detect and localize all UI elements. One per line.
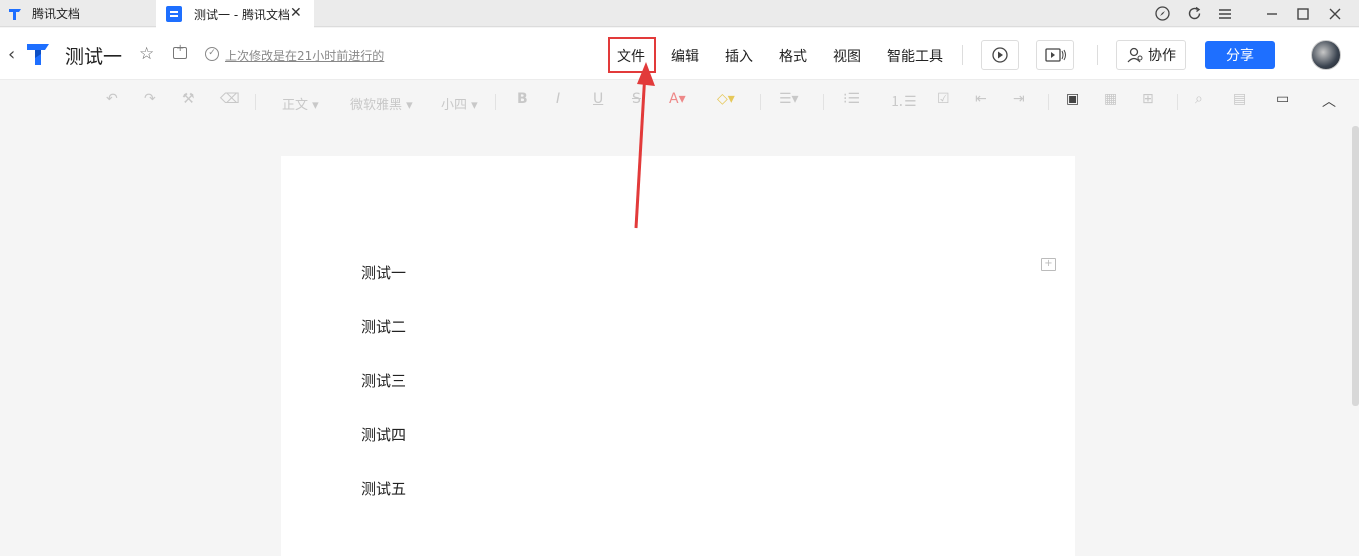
document-title[interactable]: 测试一	[65, 42, 122, 69]
indent-icon[interactable]: ⇥	[1013, 91, 1025, 107]
bullet-list-icon[interactable]: ⁝☰	[843, 91, 860, 107]
paragraph[interactable]: 测试一	[361, 262, 406, 283]
check-circle-icon: ✓	[205, 47, 219, 61]
tab-bar: 腾讯文档 测试一 - 腾讯文档 ✕	[0, 0, 1359, 28]
play-icon	[992, 47, 1008, 63]
undo-icon[interactable]: ↶	[106, 91, 118, 107]
page-settings-icon[interactable]: ▤	[1233, 91, 1246, 107]
close-window-icon[interactable]	[1320, 0, 1350, 27]
add-comment-icon[interactable]: +	[1041, 258, 1056, 271]
divider	[1097, 45, 1098, 65]
font-size-select[interactable]: 小四 ▾	[441, 94, 478, 113]
share-button[interactable]: 分享	[1205, 41, 1275, 69]
divider	[823, 94, 824, 110]
divider	[495, 94, 496, 110]
close-icon[interactable]: ✕	[290, 6, 304, 20]
tab-home[interactable]: 腾讯文档	[0, 0, 154, 27]
checklist-icon[interactable]: ☑	[937, 91, 950, 107]
menu-view[interactable]: 视图	[833, 46, 861, 66]
tencent-docs-logo-icon[interactable]	[24, 40, 52, 68]
insert-comment-icon[interactable]: ⊞	[1142, 91, 1154, 107]
screen-cast-button[interactable]	[1036, 40, 1074, 70]
paragraph[interactable]: 测试五	[361, 478, 406, 499]
tab-label: 腾讯文档	[32, 7, 81, 21]
scrollbar[interactable]	[1352, 126, 1359, 406]
menu-icon[interactable]	[1210, 0, 1240, 27]
collaborate-button[interactable]: 协作	[1116, 40, 1186, 70]
back-icon[interactable]: ‹	[8, 44, 15, 65]
menu-insert[interactable]: 插入	[725, 46, 753, 66]
font-family-select[interactable]: 微软雅黑 ▾	[350, 94, 413, 113]
divider	[1048, 94, 1049, 110]
italic-icon[interactable]: I	[556, 91, 560, 107]
paragraph[interactable]: 测试三	[361, 370, 406, 391]
presentation-button[interactable]	[981, 40, 1019, 70]
collapse-toolbar-icon[interactable]: ︿	[1322, 91, 1336, 111]
compass-icon[interactable]	[1147, 0, 1177, 27]
divider	[760, 94, 761, 110]
redo-icon[interactable]: ↷	[144, 91, 156, 107]
paragraph[interactable]: 测试四	[361, 424, 406, 445]
highlight-color-icon[interactable]: ◇▾	[717, 91, 735, 107]
document-page[interactable]: 测试一 测试二 测试三 测试四 测试五 +	[281, 156, 1075, 556]
maximize-icon[interactable]	[1288, 0, 1318, 27]
divider	[962, 45, 963, 65]
document-icon	[166, 6, 182, 22]
collaborate-label: 协作	[1148, 48, 1176, 64]
add-to-folder-icon[interactable]	[173, 43, 187, 59]
table-icon[interactable]: ▦	[1104, 91, 1117, 107]
menu-edit[interactable]: 编辑	[671, 46, 699, 66]
document-header: ‹ 测试一 ☆ ✓ 上次修改是在21小时前进行的 文件 编辑 插入 格式 视图 …	[0, 28, 1359, 80]
avatar[interactable]	[1311, 40, 1341, 70]
underline-icon[interactable]: U	[593, 91, 603, 107]
cast-icon	[1045, 48, 1066, 62]
numbered-list-icon[interactable]: ⒈☰	[890, 91, 917, 111]
share-label: 分享	[1226, 48, 1254, 64]
menu-smart-tools[interactable]: 智能工具	[887, 46, 943, 66]
divider	[255, 94, 256, 110]
refresh-icon[interactable]	[1179, 0, 1209, 27]
tab-label: 测试一 - 腾讯文档	[194, 7, 290, 22]
user-icon	[1127, 47, 1143, 63]
outdent-icon[interactable]: ⇤	[975, 91, 987, 107]
last-saved-status[interactable]: 上次修改是在21小时前进行的	[225, 47, 384, 64]
divider	[1177, 94, 1178, 110]
comment-icon[interactable]: ▭	[1276, 91, 1289, 107]
bold-icon[interactable]: B	[517, 91, 528, 107]
annotation-arrow	[634, 62, 655, 229]
minimize-icon[interactable]	[1257, 0, 1287, 27]
font-color-icon[interactable]: A▾	[669, 91, 686, 107]
clear-format-icon[interactable]: ⌫	[220, 91, 240, 107]
format-painter-icon[interactable]: ⚒	[182, 91, 195, 107]
image-icon[interactable]: ▣	[1066, 91, 1079, 107]
paragraph-style-select[interactable]: 正文 ▾	[282, 94, 319, 113]
align-icon[interactable]: ☰▾	[779, 91, 799, 107]
tencent-docs-logo-icon	[9, 8, 21, 20]
star-icon[interactable]: ☆	[139, 44, 154, 64]
formatting-toolbar: ↶ ↷ ⚒ ⌫ 正文 ▾ 微软雅黑 ▾ 小四 ▾ B I U S A▾ ◇▾ ☰…	[0, 81, 1359, 121]
find-replace-icon[interactable]: ⌕	[1195, 91, 1203, 107]
menu-format[interactable]: 格式	[779, 46, 807, 66]
tab-document[interactable]: 测试一 - 腾讯文档 ✕	[156, 0, 314, 28]
paragraph[interactable]: 测试二	[361, 316, 406, 337]
